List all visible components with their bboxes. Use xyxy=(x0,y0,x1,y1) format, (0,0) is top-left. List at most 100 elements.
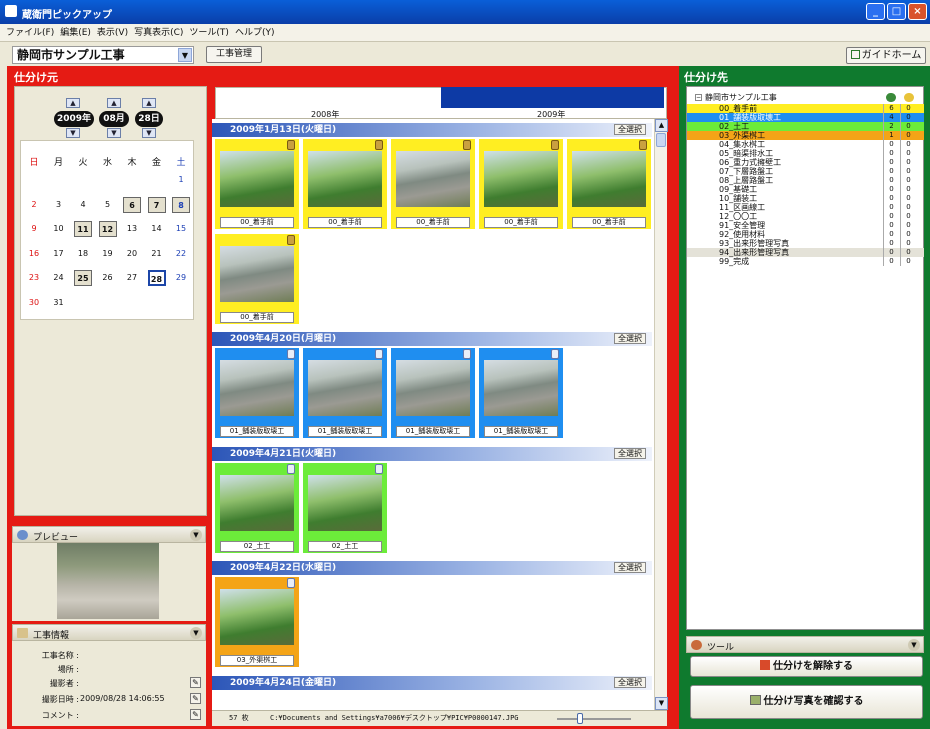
tree-item[interactable]: 02_土工 2 0 xyxy=(687,122,924,131)
tree-item[interactable]: 08_上層路盤工 0 0 xyxy=(687,176,924,185)
menu-edit[interactable]: 編集(E) xyxy=(60,24,91,42)
edit-pencil-icon[interactable]: ✎ xyxy=(190,693,201,704)
preview-header[interactable]: プレビュー ▼ xyxy=(12,526,206,543)
select-all-button[interactable]: 全選択 xyxy=(614,333,646,344)
calendar-day[interactable]: 6 xyxy=(123,196,141,213)
photo-image[interactable] xyxy=(484,151,558,207)
photo-image[interactable] xyxy=(220,246,294,302)
scroll-up-icon[interactable]: ▲ xyxy=(655,119,668,132)
tree-item[interactable]: 11_区画線工 0 0 xyxy=(687,203,924,212)
photo-image[interactable] xyxy=(220,151,294,207)
calendar-day[interactable]: 14 xyxy=(148,221,166,237)
calendar-day[interactable]: 12 xyxy=(98,221,117,237)
photo-thumbnail[interactable]: 00_着手前 xyxy=(215,234,299,324)
tree-item[interactable]: 93_出来形管理写真 0 0 xyxy=(687,239,924,248)
calendar-day[interactable]: 19 xyxy=(99,246,117,262)
photo-thumbnail[interactable]: 02_土工 xyxy=(215,463,299,553)
select-all-button[interactable]: 全選択 xyxy=(614,677,646,688)
tree-item[interactable]: 94_出来形管理写真 0 0 xyxy=(687,248,924,257)
confirm-sorted-photos-button[interactable]: 仕分け写真を確認する xyxy=(690,685,923,719)
tools-header[interactable]: ツール ▼ xyxy=(686,636,924,653)
project-select[interactable]: 静岡市サンプル工事 ▼ xyxy=(12,46,194,64)
calendar-day[interactable]: 5 xyxy=(99,197,117,213)
photo-image[interactable] xyxy=(220,475,294,531)
month-selector[interactable]: 08月 xyxy=(99,111,129,127)
select-all-button[interactable]: 全選択 xyxy=(614,562,646,573)
scroll-thumb[interactable] xyxy=(656,133,666,147)
calendar-day[interactable]: 20 xyxy=(123,246,141,262)
calendar-day[interactable]: 15 xyxy=(172,221,190,237)
day-down-arrow-icon[interactable]: ▼ xyxy=(142,128,156,138)
calendar-day[interactable]: 1 xyxy=(172,172,190,188)
photo-thumbnail[interactable]: 00_着手前 xyxy=(479,139,563,229)
photo-thumbnail[interactable]: 02_土工 xyxy=(303,463,387,553)
menu-view[interactable]: 表示(V) xyxy=(97,24,128,42)
year-selector[interactable]: 2009年 xyxy=(54,111,94,127)
calendar-day[interactable]: 3 xyxy=(50,197,68,213)
calendar-day[interactable]: 29 xyxy=(172,270,190,286)
photo-image[interactable] xyxy=(308,360,382,416)
calendar-day[interactable]: 9 xyxy=(25,221,43,237)
project-info-header[interactable]: 工事情報 ▼ xyxy=(12,624,206,641)
menu-file[interactable]: ファイル(F) xyxy=(6,24,54,42)
calendar-day[interactable]: 21 xyxy=(148,246,166,262)
tree-item[interactable]: 04_集水桝工 0 0 xyxy=(687,140,924,149)
calendar-day[interactable]: 10 xyxy=(50,221,68,237)
guide-home-button[interactable]: ガイドホーム xyxy=(846,47,926,64)
tree-item[interactable]: 06_重力式擁壁工 0 0 xyxy=(687,158,924,167)
calendar-day[interactable]: 23 xyxy=(25,270,43,286)
photo-image[interactable] xyxy=(308,475,382,531)
photo-thumbnail[interactable]: 00_着手前 xyxy=(567,139,651,229)
photo-thumbnail[interactable]: 00_着手前 xyxy=(215,139,299,229)
vertical-scrollbar[interactable]: ▲ ▼ xyxy=(654,119,668,710)
photo-thumbnail[interactable]: 00_着手前 xyxy=(303,139,387,229)
calendar-day[interactable]: 22 xyxy=(172,246,190,262)
calendar-day[interactable]: 2 xyxy=(25,197,43,213)
photo-thumbnail[interactable]: 01_舗装版取壊工 xyxy=(391,348,475,438)
tree-item[interactable]: 07_下層路盤工 0 0 xyxy=(687,167,924,176)
tree-item[interactable]: 09_基礎工 0 0 xyxy=(687,185,924,194)
photo-image[interactable] xyxy=(396,360,470,416)
tree-item[interactable]: 12_〇〇工 0 0 xyxy=(687,212,924,221)
photo-image[interactable] xyxy=(484,360,558,416)
calendar-day[interactable]: 7 xyxy=(147,196,166,213)
collapse-icon[interactable]: ▼ xyxy=(190,529,202,541)
project-manage-button[interactable]: 工事管理 xyxy=(206,46,262,63)
calendar-day[interactable]: 31 xyxy=(50,295,68,311)
select-all-button[interactable]: 全選択 xyxy=(614,124,646,135)
calendar-day[interactable]: 24 xyxy=(50,270,68,286)
chevron-down-icon[interactable]: ▼ xyxy=(178,48,192,62)
tree-item[interactable]: 01_舗装版取壊工 4 0 xyxy=(687,113,924,122)
photo-thumbnail[interactable]: 01_舗装版取壊工 xyxy=(215,348,299,438)
photo-thumbnail[interactable]: 00_着手前 xyxy=(391,139,475,229)
photo-thumbnail[interactable]: 01_舗装版取壊工 xyxy=(479,348,563,438)
tree-root[interactable]: − 静岡市サンプル工事 xyxy=(687,93,924,102)
menu-help[interactable]: ヘルプ(Y) xyxy=(235,24,275,42)
tree-item[interactable]: 03_外渠桝工 1 0 xyxy=(687,131,924,140)
calendar-day[interactable]: 11 xyxy=(74,221,92,237)
day-up-arrow-icon[interactable]: ▲ xyxy=(142,98,156,108)
tree-item[interactable]: 92_使用材料 0 0 xyxy=(687,230,924,239)
calendar-day[interactable]: 30 xyxy=(25,295,43,311)
photo-thumbnail[interactable]: 03_外渠桝工 xyxy=(215,577,299,667)
tree-item[interactable]: 99_完成 0 0 xyxy=(687,257,924,266)
photo-image[interactable] xyxy=(396,151,470,207)
photo-image[interactable] xyxy=(308,151,382,207)
calendar-day[interactable]: 17 xyxy=(50,246,68,262)
edit-pencil-icon[interactable]: ✎ xyxy=(190,677,201,688)
photo-image[interactable] xyxy=(220,360,294,416)
select-all-button[interactable]: 全選択 xyxy=(614,448,646,459)
release-sorting-button[interactable]: 仕分けを解除する xyxy=(690,656,923,677)
photo-thumbnail[interactable]: 01_舗装版取壊工 xyxy=(303,348,387,438)
calendar-day[interactable]: 28 xyxy=(147,270,166,286)
menu-tools[interactable]: ツール(T) xyxy=(189,24,229,42)
day-selector[interactable]: 28日 xyxy=(135,111,163,127)
maximize-button[interactable]: □ xyxy=(887,3,906,20)
year-up-arrow-icon[interactable]: ▲ xyxy=(66,98,80,108)
calendar-day[interactable]: 4 xyxy=(74,197,92,213)
tree-item[interactable]: 00_着手前 6 0 xyxy=(687,104,924,113)
tree-item[interactable]: 10_舗装工 0 0 xyxy=(687,194,924,203)
calendar-day[interactable]: 18 xyxy=(74,246,92,262)
calendar-day[interactable]: 27 xyxy=(123,270,141,286)
tree-item[interactable]: 05_暗渠排水工 0 0 xyxy=(687,149,924,158)
